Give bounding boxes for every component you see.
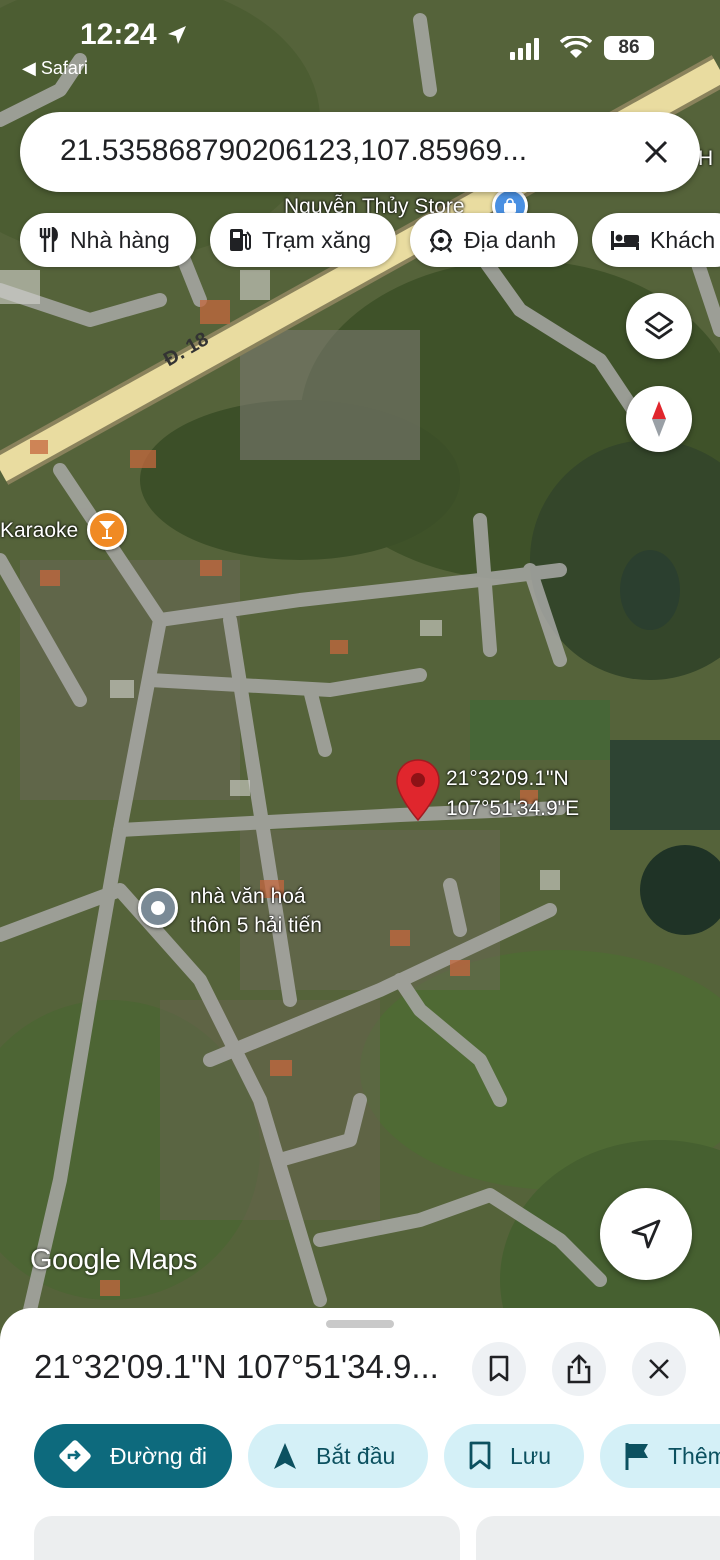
google-maps-logo: Google Maps <box>30 1244 198 1276</box>
karaoke-label[interactable]: Karaoke <box>0 516 78 546</box>
save-button[interactable]: Lưu <box>444 1424 584 1488</box>
photo-card[interactable] <box>34 1516 460 1560</box>
close-icon <box>649 1359 669 1379</box>
clear-search-button[interactable] <box>636 132 676 172</box>
gas-pump-icon <box>228 227 252 253</box>
cocktail-icon[interactable] <box>87 510 127 550</box>
photo-cards <box>34 1516 720 1560</box>
search-bar[interactable]: 21.535868790206123,107.85969... <box>20 112 700 192</box>
chip-label: Khách <box>650 226 716 253</box>
bookmark-button[interactable] <box>472 1342 526 1396</box>
category-chips: Nhà hàng Trạm xăng Địa danh Khách <box>20 213 720 267</box>
battery-indicator: 86 <box>604 36 654 60</box>
start-button[interactable]: Bắt đầu <box>248 1424 428 1488</box>
chip-gas-stations[interactable]: Trạm xăng <box>210 213 396 267</box>
share-icon <box>567 1354 591 1384</box>
save-label: Lưu <box>510 1442 551 1469</box>
flag-icon <box>624 1441 650 1471</box>
more-button[interactable]: Thêm <box>600 1424 720 1488</box>
clock: 12:24 <box>80 18 157 51</box>
bookmark-icon <box>489 1355 509 1382</box>
chip-restaurants[interactable]: Nhà hàng <box>20 213 196 267</box>
more-label: Thêm <box>668 1442 720 1469</box>
photo-card[interactable] <box>476 1516 720 1560</box>
place-bottom-sheet[interactable]: 21°32'09.1"N 107°51'34.9... Đường đi Bắt… <box>0 1308 720 1560</box>
place-title: 21°32'09.1"N 107°51'34.9... <box>34 1348 439 1385</box>
my-location-button[interactable] <box>600 1188 692 1280</box>
action-buttons-row: Đường đi Bắt đầu Lưu Thêm <box>34 1424 720 1488</box>
red-location-pin-icon[interactable] <box>395 758 441 822</box>
directions-icon <box>58 1439 92 1473</box>
close-sheet-button[interactable] <box>632 1342 686 1396</box>
share-button[interactable] <box>552 1342 606 1396</box>
layers-icon <box>644 311 674 340</box>
map-layers-button[interactable] <box>626 293 692 359</box>
back-to-safari-link[interactable]: ◀ Safari <box>22 58 88 79</box>
navigation-arrow-icon <box>631 1219 661 1249</box>
directions-button[interactable]: Đường đi <box>34 1424 232 1488</box>
fork-knife-icon <box>38 227 60 253</box>
chip-label: Trạm xăng <box>262 226 372 253</box>
edge-label: H <box>698 147 714 170</box>
sheet-drag-handle[interactable] <box>326 1320 394 1328</box>
start-label: Bắt đầu <box>316 1442 396 1469</box>
navigation-start-icon <box>272 1441 298 1471</box>
pin-coords-line2: 107°51'34.9"E <box>446 797 580 820</box>
chip-label: Nhà hàng <box>70 226 170 253</box>
landmark-icon <box>428 227 454 253</box>
cellular-signal-icon <box>510 38 539 60</box>
status-bar: 12:24 ◀ Safari 86 <box>0 0 720 90</box>
wifi-icon <box>560 36 592 58</box>
location-arrow-icon <box>168 26 186 44</box>
bookmark-icon <box>468 1441 492 1471</box>
bed-icon <box>610 229 640 251</box>
compass-button[interactable] <box>626 386 692 452</box>
chip-landmarks[interactable]: Địa danh <box>410 213 578 267</box>
compass-icon <box>652 401 666 437</box>
search-input[interactable]: 21.535868790206123,107.85969... <box>60 134 527 168</box>
chip-label: Địa danh <box>464 226 557 253</box>
close-icon <box>644 140 668 164</box>
pin-coords-line1: 21°32'09.1"N <box>446 767 569 790</box>
culture-house-label[interactable]: nhà văn hoá thôn 5 hải tiến <box>190 882 322 940</box>
place-pin-icon[interactable] <box>138 888 178 928</box>
directions-label: Đường đi <box>110 1442 207 1469</box>
chip-hotels[interactable]: Khách <box>592 213 720 267</box>
